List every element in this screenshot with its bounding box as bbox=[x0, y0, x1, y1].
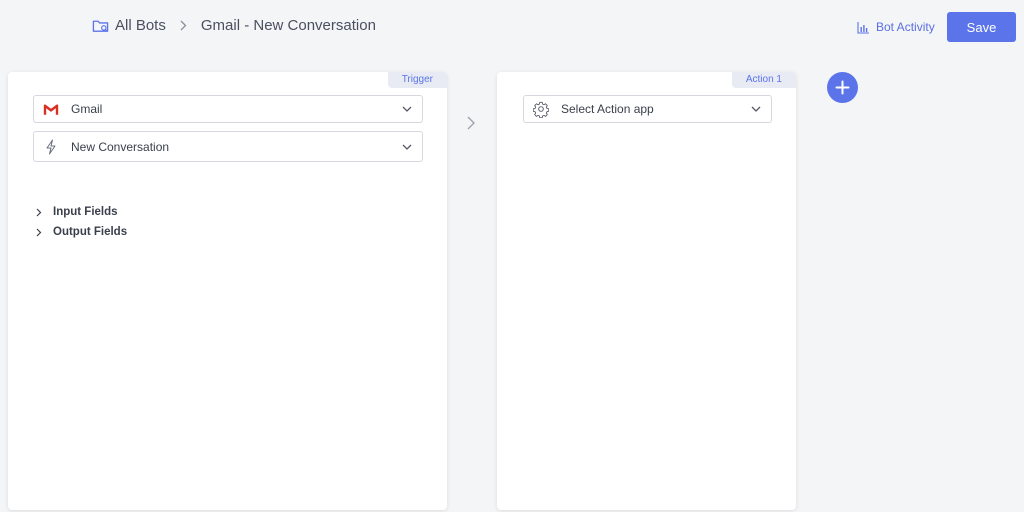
output-fields-label: Output Fields bbox=[53, 226, 128, 238]
bot-activity-link[interactable]: Bot Activity bbox=[857, 20, 935, 34]
connector-arrow-icon bbox=[467, 116, 475, 130]
plus-icon bbox=[835, 80, 850, 95]
bot-activity-label: Bot Activity bbox=[876, 20, 935, 34]
trigger-app-label: Gmail bbox=[71, 102, 103, 116]
top-bar: All Bots Gmail - New Conversation Bot Ac… bbox=[0, 0, 1024, 56]
action-app-placeholder: Select Action app bbox=[561, 102, 654, 116]
trigger-panel: Trigger Gmail New Conversation Input Fie… bbox=[8, 72, 447, 510]
input-fields-label: Input Fields bbox=[53, 206, 118, 218]
breadcrumb-current: Gmail - New Conversation bbox=[200, 17, 376, 34]
bar-chart-icon bbox=[857, 21, 869, 34]
folder-bot-icon bbox=[92, 20, 109, 32]
gear-icon bbox=[533, 101, 549, 118]
chevron-down-icon bbox=[751, 106, 761, 112]
chevron-down-icon bbox=[402, 106, 412, 112]
input-fields-toggle[interactable]: Input Fields bbox=[35, 206, 118, 218]
breadcrumb: All Bots Gmail - New Conversation bbox=[92, 17, 376, 34]
breadcrumb-all-bots[interactable]: All Bots bbox=[115, 17, 166, 34]
trigger-event-dropdown[interactable]: New Conversation bbox=[33, 131, 423, 162]
add-step-button[interactable] bbox=[827, 72, 858, 103]
chevron-down-icon bbox=[402, 144, 412, 150]
output-fields-toggle[interactable]: Output Fields bbox=[35, 226, 127, 238]
action-tag: Action 1 bbox=[731, 72, 796, 88]
trigger-event-label: New Conversation bbox=[71, 139, 170, 154]
lightning-icon bbox=[43, 139, 59, 155]
gmail-icon bbox=[43, 101, 59, 117]
trigger-tag: Trigger bbox=[387, 72, 447, 88]
chevron-right-icon bbox=[36, 208, 42, 216]
save-button[interactable]: Save bbox=[947, 12, 1016, 42]
action-panel: Action 1 Select Action app bbox=[497, 72, 796, 510]
breadcrumb-separator-icon bbox=[180, 18, 187, 34]
action-app-dropdown[interactable]: Select Action app bbox=[523, 95, 772, 123]
chevron-right-icon bbox=[36, 228, 42, 236]
trigger-app-dropdown[interactable]: Gmail bbox=[33, 95, 423, 123]
